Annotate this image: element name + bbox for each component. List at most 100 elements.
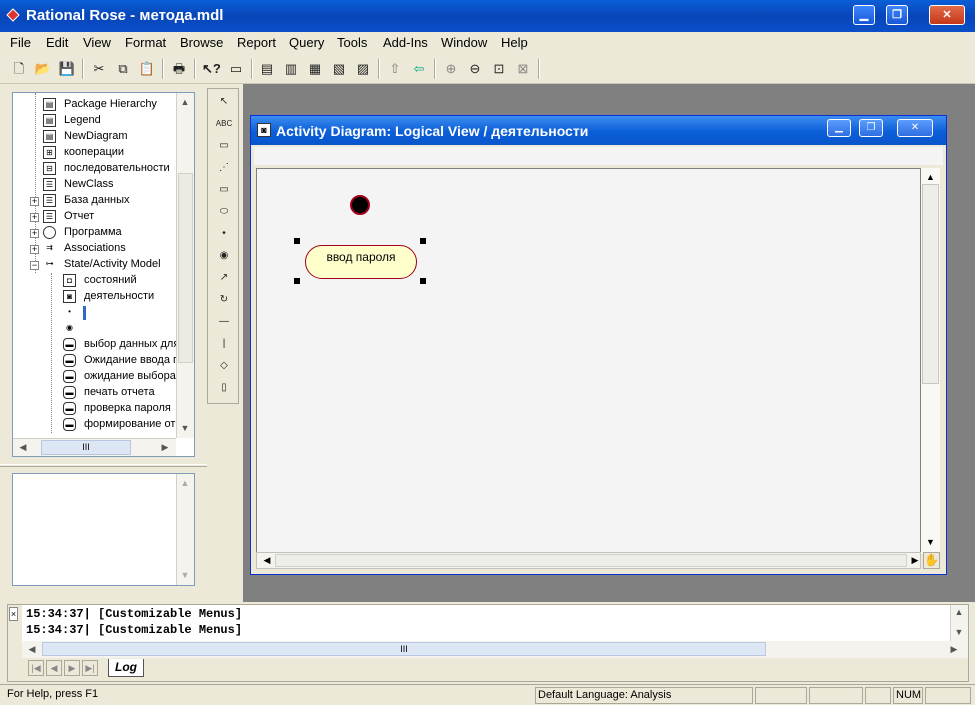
diagram-restore-button[interactable]: ❐ <box>859 119 883 137</box>
print-icon[interactable]: 🖶 <box>170 60 188 78</box>
zoom-out-icon[interactable]: ⊖ <box>466 60 484 78</box>
next-tab-icon[interactable]: ▶ <box>64 660 80 676</box>
scroll-thumb[interactable] <box>178 173 193 363</box>
scroll-up-icon[interactable]: ▲ <box>177 478 193 488</box>
open-icon[interactable]: 📂 <box>34 60 52 78</box>
anchor-note-icon[interactable]: ⋰ <box>214 159 234 177</box>
activity-diagram-window[interactable]: ◙ Activity Diagram: Logical View / деяте… <box>250 115 947 575</box>
browse-interaction-icon[interactable]: ▥ <box>282 60 300 78</box>
scroll-right-icon[interactable]: ▶ <box>157 442 173 453</box>
tree-horizontal-scrollbar[interactable]: ◀ III ▶ <box>13 438 176 456</box>
view-doc-icon[interactable]: ▭ <box>227 60 245 78</box>
log-horizontal-scrollbar[interactable]: ◀ III ▶ <box>22 641 968 658</box>
transition-to-self-icon[interactable]: ↻ <box>214 291 234 309</box>
menu-edit[interactable]: Edit <box>46 35 68 50</box>
cut-icon[interactable]: ✂ <box>90 60 108 78</box>
copy-icon[interactable]: ⧉ <box>114 60 132 78</box>
fit-in-window-icon[interactable]: ⊡ <box>490 60 508 78</box>
scroll-right-icon[interactable]: ▶ <box>907 555 923 566</box>
diagram-vertical-scrollbar[interactable]: ▲ ▼ <box>921 168 940 554</box>
doc-vertical-scrollbar[interactable]: ▲ ▼ <box>176 474 194 585</box>
scroll-left-icon[interactable]: ◀ <box>24 644 40 655</box>
log-vertical-scrollbar[interactable]: ▲ ▼ <box>950 605 968 641</box>
scroll-down-icon[interactable]: ▼ <box>177 570 193 580</box>
scroll-down-icon[interactable]: ▼ <box>951 627 967 637</box>
browse-statechart-icon[interactable]: ▨ <box>354 60 372 78</box>
log-close-icon[interactable]: × <box>9 607 18 621</box>
context-help-icon[interactable]: ↖? <box>202 60 221 78</box>
collapse-toggle[interactable]: − <box>30 261 39 270</box>
menu-help[interactable]: Help <box>501 35 528 50</box>
scroll-left-icon[interactable]: ◀ <box>15 442 31 453</box>
scroll-down-icon[interactable]: ▼ <box>922 537 939 547</box>
diagram-horizontal-scrollbar[interactable]: ◀ ▶ <box>256 552 921 569</box>
scroll-up-icon[interactable]: ▲ <box>177 97 193 107</box>
menu-browse[interactable]: Browse <box>180 35 223 50</box>
menu-view[interactable]: View <box>83 35 111 50</box>
maximize-button[interactable]: ❐ <box>886 5 908 25</box>
scroll-thumb[interactable] <box>922 184 939 384</box>
state-transition-icon[interactable]: ↗ <box>214 269 234 287</box>
prev-tab-icon[interactable]: ◀ <box>46 660 62 676</box>
menu-tools[interactable]: Tools <box>337 35 367 50</box>
zoom-in-icon[interactable]: ⊕ <box>442 60 460 78</box>
end-state-icon[interactable]: ◉ <box>214 247 234 265</box>
menu-report[interactable]: Report <box>237 35 276 50</box>
tree-vertical-scrollbar[interactable]: ▲ ▼ <box>176 93 194 438</box>
activity-icon[interactable]: ⬭ <box>214 203 234 221</box>
text-box-icon[interactable]: ABC <box>214 115 234 133</box>
log-tab[interactable]: Log <box>108 659 144 677</box>
diagram-close-button[interactable]: ✕ <box>897 119 933 137</box>
pane-splitter[interactable] <box>0 464 207 467</box>
last-tab-icon[interactable]: ▶| <box>82 660 98 676</box>
scroll-left-icon[interactable]: ◀ <box>259 555 275 566</box>
expand-toggle[interactable]: + <box>30 213 39 222</box>
save-icon[interactable]: 💾 <box>58 60 76 78</box>
browse-component-icon[interactable]: ▦ <box>306 60 324 78</box>
start-state-icon[interactable]: • <box>214 225 234 243</box>
diagram-title-bar[interactable]: ◙ Activity Diagram: Logical View / деяте… <box>251 116 946 145</box>
scroll-up-icon[interactable]: ▲ <box>951 607 967 617</box>
menu-file[interactable]: File <box>10 35 31 50</box>
expand-toggle[interactable]: + <box>30 229 39 238</box>
selection-handle[interactable] <box>294 278 300 284</box>
paste-icon[interactable]: 📋 <box>138 60 156 78</box>
scroll-up-icon[interactable]: ▲ <box>922 172 939 182</box>
expand-toggle[interactable]: + <box>30 197 39 206</box>
vertical-sync-icon[interactable]: | <box>214 335 234 353</box>
decision-icon[interactable]: ◇ <box>214 357 234 375</box>
close-button[interactable]: ✕ <box>929 5 965 25</box>
scroll-thumb[interactable]: III <box>42 642 766 656</box>
start-state[interactable] <box>350 195 370 215</box>
new-icon[interactable]: 🗋 <box>10 60 28 78</box>
selection-arrow-icon[interactable]: ↖ <box>214 93 234 111</box>
menu-format[interactable]: Format <box>125 35 166 50</box>
scroll-thumb[interactable]: III <box>41 440 131 455</box>
activity-state[interactable]: ввод пароля <box>305 245 417 279</box>
app-title-bar[interactable]: Rational Rose - метода.mdl ▁ ❐ ✕ <box>0 0 975 32</box>
log-window[interactable]: × 15:34:37| [Customizable Menus] 15:34:3… <box>7 604 969 682</box>
browse-class-icon[interactable]: ▤ <box>258 60 276 78</box>
note-icon[interactable]: ▭ <box>214 137 234 155</box>
undo-fit-icon[interactable]: ⊠ <box>514 60 532 78</box>
first-tab-icon[interactable]: |◀ <box>28 660 44 676</box>
selection-handle[interactable] <box>294 238 300 244</box>
horizontal-sync-icon[interactable]: — <box>214 313 234 331</box>
documentation-pane[interactable]: ▲ ▼ <box>12 473 195 586</box>
swimlane-icon[interactable]: ▯ <box>214 379 234 397</box>
diagram-canvas[interactable]: ввод пароля <box>256 168 921 554</box>
menu-query[interactable]: Query <box>289 35 324 50</box>
pan-hand-icon[interactable]: ✋ <box>923 552 940 569</box>
model-browser[interactable]: ▤ Package Hierarchy ▤ Legend ▤ NewDiagram ⊞… <box>12 92 195 457</box>
menu-add-ins[interactable]: Add-Ins <box>383 35 428 50</box>
scroll-down-icon[interactable]: ▼ <box>177 423 193 433</box>
menu-window[interactable]: Window <box>441 35 487 50</box>
state-icon[interactable]: ▭ <box>214 181 234 199</box>
diagram-minimize-button[interactable]: ▁ <box>827 119 851 137</box>
browse-previous-icon[interactable]: ⇦ <box>410 60 428 78</box>
expand-toggle[interactable]: + <box>30 245 39 254</box>
browse-parent-icon[interactable]: ⇧ <box>386 60 404 78</box>
browse-deployment-icon[interactable]: ▧ <box>330 60 348 78</box>
scroll-right-icon[interactable]: ▶ <box>946 644 962 655</box>
selection-handle[interactable] <box>420 238 426 244</box>
